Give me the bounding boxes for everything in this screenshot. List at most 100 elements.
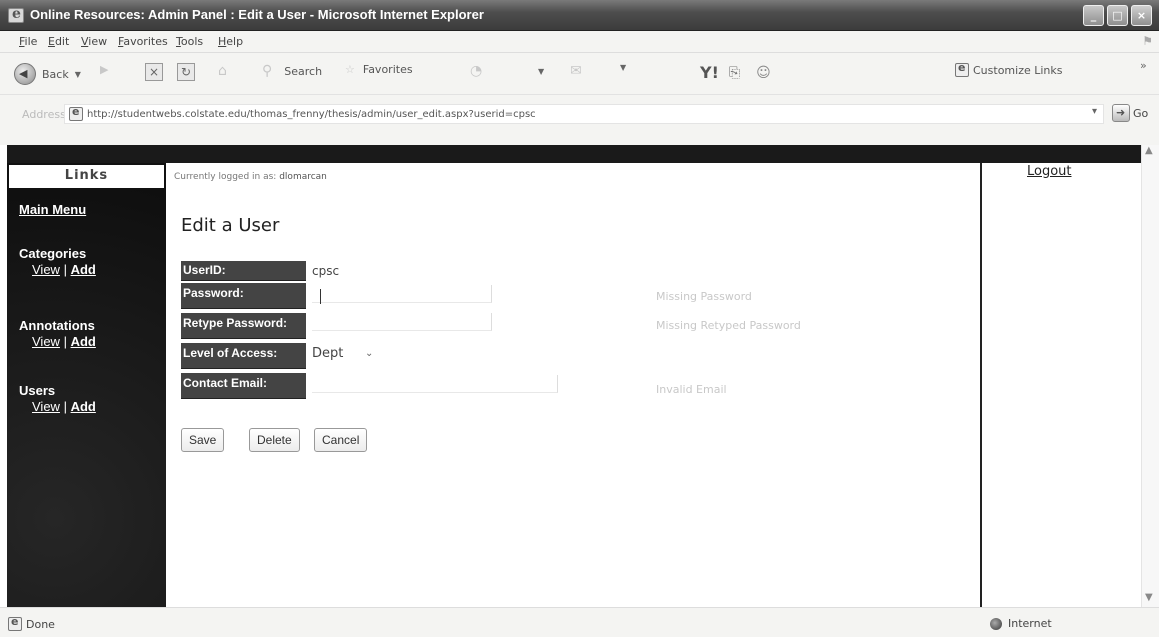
security-zone: Internet	[990, 617, 1052, 630]
zone-text: Internet	[1008, 617, 1052, 630]
home-button[interactable]: ⌂	[218, 63, 227, 79]
globe-icon	[990, 617, 1002, 630]
mail-dropdown-icon: ▼	[538, 66, 545, 76]
sidebar-annotations-links: View | Add	[32, 334, 96, 349]
logged-in-status: Currently logged in as: dlomarcan	[174, 172, 327, 182]
print-dropdown-icon: ▼	[620, 63, 627, 72]
mail-button[interactable]: ▼ ✉	[538, 63, 582, 79]
status-text: Done	[26, 617, 55, 631]
favorites-star-icon: ☆	[345, 63, 355, 76]
password-input[interactable]	[312, 285, 492, 303]
history-button[interactable]: ◔	[470, 63, 482, 79]
categories-view-link[interactable]: View	[32, 262, 60, 277]
contact-email-input[interactable]	[312, 375, 558, 393]
access-level-select[interactable]: Dept ⌄	[312, 346, 380, 366]
menu-tools[interactable]: Tools	[176, 35, 203, 48]
sidebar-categories-links: View | Add	[32, 262, 96, 277]
access-level-value: Dept	[312, 346, 344, 361]
address-bar: Address http://studentwebs.colstate.edu/…	[0, 95, 1159, 145]
back-dropdown-icon: ▼	[74, 69, 81, 79]
page-status-icon	[8, 615, 22, 631]
page-icon	[69, 105, 83, 121]
status-bar: Done Internet	[0, 607, 1159, 637]
sidebar-annotations-heading: Annotations	[19, 318, 95, 333]
forward-button[interactable]: ▶	[100, 63, 108, 76]
back-arrow-icon	[14, 63, 36, 85]
retype-password-label: Retype Password:	[181, 313, 306, 339]
menu-favorites[interactable]: Favorites	[118, 35, 168, 48]
address-input[interactable]: http://studentwebs.colstate.edu/thomas_f…	[64, 104, 1104, 124]
refresh-icon: ↻	[177, 63, 195, 81]
password-error: Missing Password	[656, 290, 752, 303]
refresh-button[interactable]: ↻	[177, 63, 199, 81]
users-add-link[interactable]: Add	[71, 399, 96, 414]
address-url: http://studentwebs.colstate.edu/thomas_f…	[87, 108, 536, 120]
separator: |	[63, 262, 67, 277]
back-button[interactable]: Back ▼	[14, 63, 81, 85]
page-header-band	[7, 145, 1141, 163]
windows-flag-icon: ⚑	[1142, 34, 1153, 48]
contact-email-error: Invalid Email	[656, 383, 727, 396]
userid-label: UserID:	[181, 261, 306, 281]
cancel-button[interactable]: Cancel	[314, 428, 368, 452]
toolbar: Back ▼ ▶ × ↻ ⌂ ⚲ Search ☆ Favorites ◔ ▼ …	[0, 53, 1159, 95]
chevron-down-icon: ⌄	[365, 348, 374, 359]
stop-button[interactable]: ×	[145, 63, 167, 81]
right-column: Logout	[980, 163, 1141, 607]
menu-file[interactable]: File	[19, 35, 37, 48]
scroll-up-icon[interactable]: ▲	[1145, 145, 1153, 156]
maximize-button[interactable]: □	[1107, 5, 1128, 26]
address-label: Address	[22, 108, 66, 121]
sidebar-title: Links	[7, 163, 166, 190]
vertical-scrollbar[interactable]: ▲ ▼	[1141, 145, 1159, 607]
menu-bar: File Edit View Favorites Tools Help ⚑	[0, 31, 1159, 53]
userid-value: cpsc	[312, 264, 340, 278]
messenger-icon: Y!	[700, 63, 719, 82]
menu-edit[interactable]: Edit	[48, 35, 69, 48]
annotations-view-link[interactable]: View	[32, 334, 60, 349]
sidebar-users-links: View | Add	[32, 399, 96, 414]
print-button[interactable]: ▼	[620, 63, 626, 72]
retype-password-input[interactable]	[312, 313, 492, 331]
separator: |	[63, 334, 67, 349]
messenger-button[interactable]: Y! ⎘ ☺	[700, 63, 771, 82]
customize-links-label: Customize Links	[973, 63, 1063, 77]
close-button[interactable]: ×	[1131, 5, 1152, 26]
minimize-button[interactable]: _	[1083, 5, 1104, 26]
users-view-link[interactable]: View	[32, 399, 60, 414]
toolbar-overflow-icon[interactable]: »	[1140, 59, 1147, 72]
back-label: Back	[42, 67, 69, 81]
menu-help[interactable]: Help	[218, 35, 243, 48]
window-title: Online Resources: Admin Panel : Edit a U…	[30, 7, 484, 22]
ie-page-icon	[955, 61, 969, 77]
text-caret	[320, 289, 321, 304]
separator: |	[63, 399, 67, 414]
people-icon: ☺	[756, 64, 771, 81]
favorites-button[interactable]: ☆ Favorites	[345, 63, 413, 76]
search-label: Search	[284, 64, 323, 78]
favorites-label: Favorites	[362, 63, 413, 76]
home-icon: ⌂	[218, 63, 227, 79]
go-button[interactable]: Go	[1112, 104, 1148, 122]
sidebar-main-menu-link[interactable]: Main Menu	[19, 202, 86, 217]
customize-links-button[interactable]: Customize Links	[955, 61, 1063, 77]
menu-view[interactable]: View	[81, 35, 107, 48]
research-icon: ⎘	[728, 64, 741, 81]
access-level-label: Level of Access:	[181, 343, 306, 369]
logged-in-user: dlomarcan	[279, 172, 327, 182]
search-button[interactable]: ⚲ Search	[262, 63, 322, 79]
page-viewport: Links Main Menu Categories View | Add An…	[7, 145, 1141, 607]
delete-button[interactable]: Delete	[249, 428, 300, 452]
window-titlebar: Online Resources: Admin Panel : Edit a U…	[0, 0, 1159, 31]
mail-icon: ✉	[570, 63, 582, 79]
save-button[interactable]: Save	[181, 428, 225, 452]
go-arrow-icon	[1112, 104, 1130, 122]
logout-link[interactable]: Logout	[1027, 164, 1072, 179]
retype-password-error: Missing Retyped Password	[656, 319, 801, 332]
categories-add-link[interactable]: Add	[71, 262, 96, 277]
page-title: Edit a User	[181, 215, 280, 236]
scroll-down-icon[interactable]: ▼	[1145, 592, 1153, 603]
forward-arrow-icon: ▶	[100, 63, 109, 76]
annotations-add-link[interactable]: Add	[71, 334, 96, 349]
address-dropdown-icon[interactable]: ▾	[1092, 106, 1097, 117]
